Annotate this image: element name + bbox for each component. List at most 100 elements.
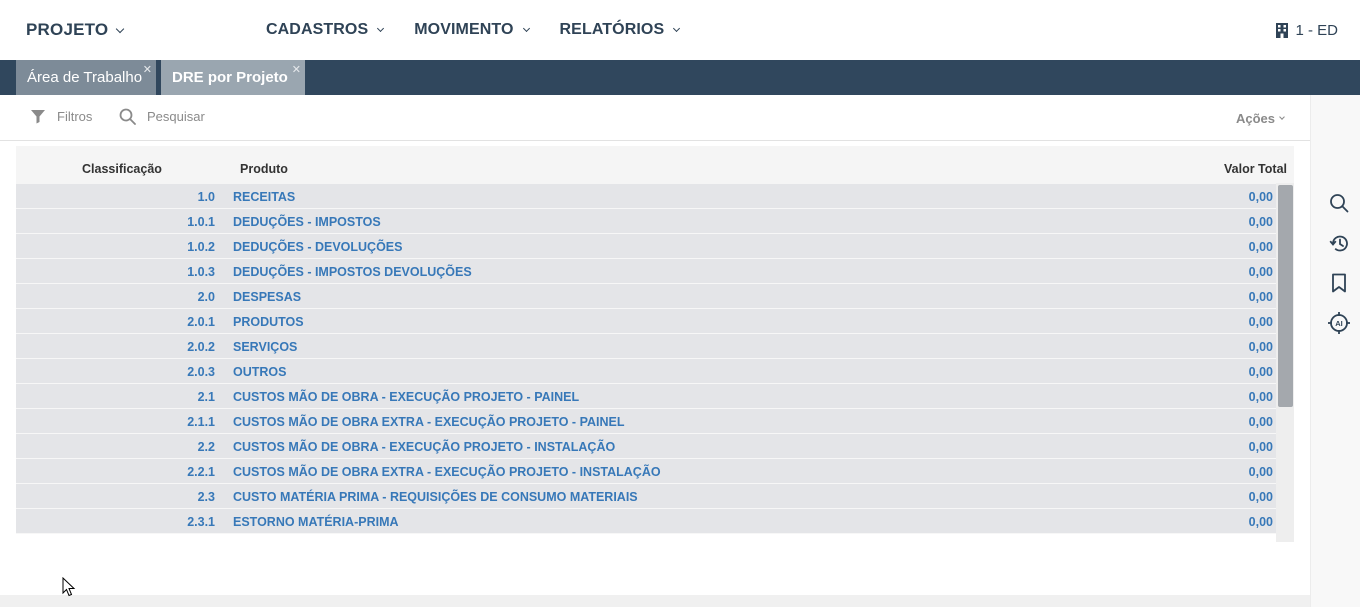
bottom-strip xyxy=(0,595,1310,607)
cell-classificacao: 2.0.3 xyxy=(187,365,215,379)
cell-produto: DEDUÇÕES - IMPOSTOS DEVOLUÇÕES xyxy=(233,265,472,279)
cell-classificacao: 1.0.3 xyxy=(187,265,215,279)
search-label: Pesquisar xyxy=(147,109,205,124)
filters-button[interactable]: Filtros xyxy=(30,108,92,124)
company-selector[interactable]: 1 - ED xyxy=(1275,22,1338,39)
cell-valor-total: 0,00 xyxy=(1248,390,1273,404)
filter-icon xyxy=(31,110,45,124)
cell-classificacao: 2.3 xyxy=(197,490,215,504)
cell-produto: SERVIÇOS xyxy=(233,340,298,354)
rail-history-button[interactable] xyxy=(1327,231,1351,255)
cell-classificacao: 2.0.1 xyxy=(187,315,215,329)
cell-valor-total: 0,00 xyxy=(1248,340,1273,354)
table-row[interactable]: 2.0.2 SERVIÇOS 0,00 xyxy=(16,334,1276,359)
cell-valor-total: 0,00 xyxy=(1248,415,1273,429)
table-row[interactable]: 2.2.1 CUSTOS MÃO DE OBRA EXTRA - EXECUÇÃO… xyxy=(16,459,1276,484)
cell-valor-total: 0,00 xyxy=(1248,315,1273,329)
cell-produto: DESPESAS xyxy=(233,290,302,304)
actions-dropdown[interactable]: Ações xyxy=(1235,111,1285,126)
cell-produto: CUSTOS MÃO DE OBRA EXTRA - EXECUÇÃO PROJ… xyxy=(233,465,661,479)
main-panel: Filtros Pesquisar Ações Classificação Pr… xyxy=(0,95,1310,595)
tab-dre-por-projeto[interactable]: DRE por Projeto ✕ xyxy=(161,60,305,95)
menu-movimento-label: MOVIMENTO xyxy=(414,21,514,38)
cell-classificacao: 2.1.1 xyxy=(187,415,215,429)
rail-search-button[interactable] xyxy=(1327,191,1351,215)
cell-produto: DEDUÇÕES - DEVOLUÇÕES xyxy=(233,240,403,254)
chevron-down-icon xyxy=(377,24,385,33)
cell-produto: CUSTO MATÉRIA PRIMA - REQUISIÇÕES DE CON… xyxy=(233,490,638,504)
table-row[interactable]: 2.1 CUSTOS MÃO DE OBRA - EXECUÇÃO PROJETO… xyxy=(16,384,1276,409)
dre-grid: Classificação Produto Valor Total 1.0 REC… xyxy=(16,146,1294,541)
table-row[interactable]: 1.0 RECEITAS 0,00 xyxy=(16,184,1276,209)
cell-classificacao: 2.1 xyxy=(197,390,215,404)
chevron-down-icon xyxy=(522,24,530,33)
table-row[interactable]: 2.0.3 OUTROS 0,00 xyxy=(16,359,1276,384)
cell-produto: CUSTOS MÃO DE OBRA - EXECUÇÃO PROJETO - … xyxy=(233,440,616,454)
cell-classificacao: 2.0 xyxy=(197,290,215,304)
tab-strip: Área de Trabalho ✕ DRE por Projeto ✕ xyxy=(0,60,1360,95)
cell-valor-total: 0,00 xyxy=(1248,440,1273,454)
table-row[interactable]: 2.3.1 ESTORNO MATÉRIA-PRIMA 0,00 xyxy=(16,509,1276,534)
rail-ai-button[interactable]: AI xyxy=(1327,311,1351,335)
menu-relatorios-label: RELATÓRIOS xyxy=(559,21,665,38)
toolbar: Filtros Pesquisar Ações xyxy=(0,95,1310,141)
table-row[interactable]: 2.0 DESPESAS 0,00 xyxy=(16,284,1276,309)
table-row[interactable]: 2.2 CUSTOS MÃO DE OBRA - EXECUÇÃO PROJETO… xyxy=(16,434,1276,459)
table-row[interactable]: 2.3 CUSTO MATÉRIA PRIMA - REQUISIÇÕES DE … xyxy=(16,484,1276,509)
table-row[interactable]: 1.0.1 DEDUÇÕES - IMPOSTOS 0,00 xyxy=(16,209,1276,234)
menu-relatorios[interactable]: RELATÓRIOS xyxy=(559,21,681,39)
table-row[interactable]: 2.1.1 CUSTOS MÃO DE OBRA EXTRA - EXECUÇÃO… xyxy=(16,409,1276,434)
right-rail: AI xyxy=(1310,95,1360,607)
menu-movimento[interactable]: MOVIMENTO xyxy=(414,21,530,39)
cell-valor-total: 0,00 xyxy=(1248,465,1273,479)
chevron-down-icon xyxy=(673,24,681,33)
table-row[interactable]: 1.0.2 DEDUÇÕES - DEVOLUÇÕES 0,00 xyxy=(16,234,1276,259)
cell-valor-total: 0,00 xyxy=(1248,240,1273,254)
ai-target-icon: AI xyxy=(1328,312,1350,334)
history-icon xyxy=(1329,235,1348,251)
mouse-cursor-icon xyxy=(62,577,76,597)
svg-text:AI: AI xyxy=(1335,319,1343,328)
column-header-produto[interactable]: Produto xyxy=(240,162,288,176)
actions-label: Ações xyxy=(1235,111,1275,126)
cell-produto: RECEITAS xyxy=(233,190,296,204)
table-row[interactable]: 1.0.3 DEDUÇÕES - IMPOSTOS DEVOLUÇÕES 0,00 xyxy=(16,259,1276,284)
column-header-valor-total[interactable]: Valor Total xyxy=(1224,162,1287,176)
cell-valor-total: 0,00 xyxy=(1248,365,1273,379)
brand-label: PROJETO xyxy=(26,20,109,39)
cell-produto: CUSTOS MÃO DE OBRA EXTRA - EXECUÇÃO PROJ… xyxy=(233,415,625,429)
cell-valor-total: 0,00 xyxy=(1248,515,1273,529)
cell-classificacao: 1.0.2 xyxy=(187,240,215,254)
cell-classificacao: 1.0 xyxy=(197,190,215,204)
filters-label: Filtros xyxy=(57,108,93,124)
tab-label: DRE por Projeto xyxy=(172,69,288,86)
cell-valor-total: 0,00 xyxy=(1248,265,1273,279)
tab-label: Área de Trabalho xyxy=(27,69,143,86)
close-icon[interactable]: ✕ xyxy=(143,63,152,76)
grid-header: Classificação Produto Valor Total xyxy=(16,146,1294,184)
menu-cadastros[interactable]: CADASTROS xyxy=(266,21,385,39)
cell-produto: PRODUTOS xyxy=(233,315,304,329)
grid-scrollbar-thumb[interactable] xyxy=(1278,185,1293,407)
cell-valor-total: 0,00 xyxy=(1248,215,1273,229)
grid-body: 1.0 RECEITAS 0,00 1.0.1 DEDUÇÕES - IMPOSTOS 0… xyxy=(16,184,1276,534)
cell-classificacao: 2.2 xyxy=(197,440,215,454)
search-button[interactable]: Pesquisar xyxy=(119,108,205,125)
grid-footer xyxy=(16,542,1294,595)
cell-classificacao: 2.3.1 xyxy=(187,515,215,529)
menu-cadastros-label: CADASTROS xyxy=(266,21,369,38)
top-navbar: PROJETO CADASTROS MOVIMENTO RELATÓRIOS 1… xyxy=(0,0,1360,60)
cell-produto: ESTORNO MATÉRIA-PRIMA xyxy=(233,515,399,529)
tab-area-de-trabalho[interactable]: Área de Trabalho ✕ xyxy=(16,60,156,95)
cell-classificacao: 2.0.2 xyxy=(187,340,215,354)
cell-produto: OUTROS xyxy=(233,365,287,379)
search-icon xyxy=(1330,194,1349,213)
bookmark-icon xyxy=(1332,273,1346,293)
rail-bookmark-button[interactable] xyxy=(1327,271,1351,295)
brand-menu[interactable]: PROJETO xyxy=(26,20,125,40)
close-icon[interactable]: ✕ xyxy=(292,63,301,76)
cell-produto: CUSTOS MÃO DE OBRA - EXECUÇÃO PROJETO - … xyxy=(233,390,580,404)
search-icon xyxy=(119,108,136,125)
table-row[interactable]: 2.0.1 PRODUTOS 0,00 xyxy=(16,309,1276,334)
column-header-classificacao[interactable]: Classificação xyxy=(82,162,162,176)
